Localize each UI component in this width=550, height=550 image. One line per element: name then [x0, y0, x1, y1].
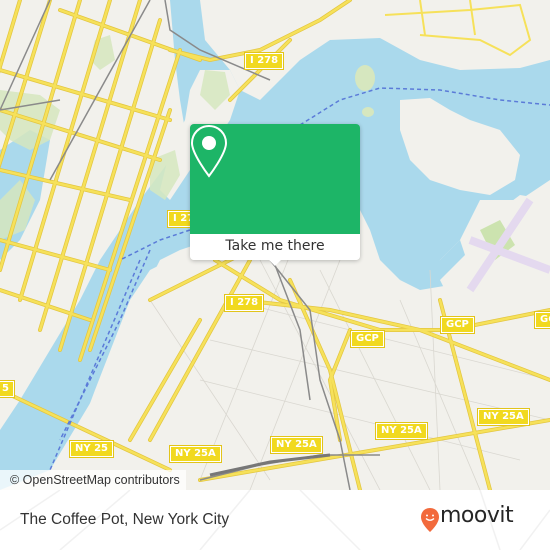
road-shield-edge: 5	[0, 381, 14, 397]
queens-north-roads	[384, 0, 532, 57]
road-shield-ny25a: NY 25A	[376, 423, 427, 439]
road-shield-ny25a: NY 25A	[271, 437, 322, 453]
road-shield-ny25a: NY 25A	[170, 446, 221, 462]
road-shield-i278: I 278	[225, 295, 264, 311]
popup-pointer	[268, 259, 282, 266]
take-me-there-button[interactable]: Take me there	[190, 234, 360, 260]
popup-header	[190, 124, 360, 234]
road-shield-gcp: GCP	[441, 317, 474, 333]
road-shield-i278: I 278	[245, 53, 284, 69]
moovit-smiley-pin-icon	[421, 508, 439, 532]
rail-yard	[209, 453, 331, 477]
road-shield-ny25a: NY 25A	[478, 409, 529, 425]
map-view[interactable]: I 278 I 278 I 278 GCP GCP GCP NY 25 NY 2…	[0, 0, 550, 490]
map-attribution[interactable]: © OpenStreetMap contributors	[0, 470, 186, 490]
road-shield-gcp: GCP	[535, 312, 550, 328]
road-shield-ny25: NY 25	[70, 441, 114, 457]
place-name: The Coffee Pot, New York City	[20, 511, 230, 528]
moovit-wordmark: moovit	[440, 503, 514, 528]
destination-popup: Take me there	[190, 124, 360, 266]
map-pin-icon	[190, 124, 228, 178]
road-shield-gcp: GCP	[351, 331, 384, 347]
footer: The Coffee Pot, New York City moovit	[0, 490, 550, 550]
